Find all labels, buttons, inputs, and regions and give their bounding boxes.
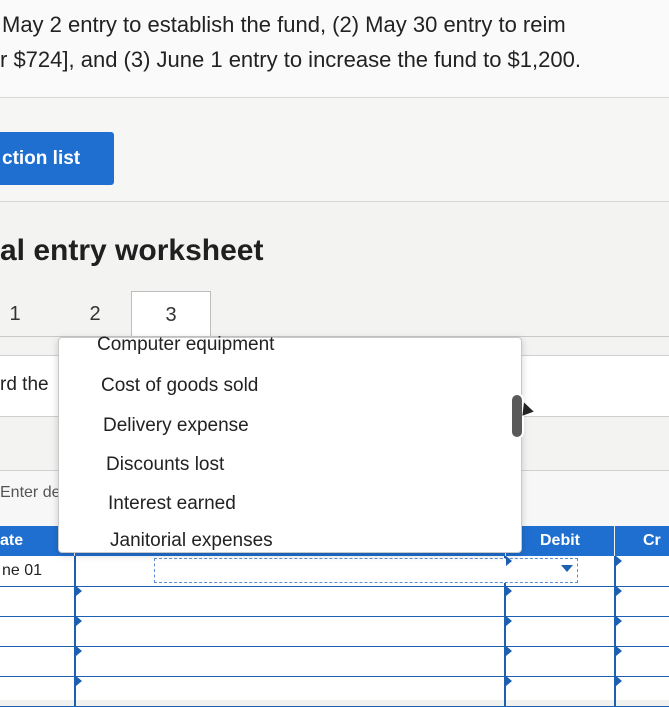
worksheet-title: al entry worksheet	[0, 234, 264, 267]
table-row	[0, 616, 669, 647]
date-cell[interactable]	[0, 646, 76, 676]
cell-marker-icon	[616, 646, 622, 656]
dropdown-option[interactable]: Computer equipment	[97, 334, 274, 356]
tab-1[interactable]: 1	[0, 291, 30, 337]
cell-marker-icon	[506, 616, 512, 626]
credit-cell[interactable]	[616, 586, 669, 616]
date-cell[interactable]	[0, 676, 76, 706]
cell-marker-icon	[76, 586, 82, 596]
cell-marker-icon	[76, 646, 82, 656]
table-row	[0, 676, 669, 707]
dropdown-option[interactable]: Cost of goods sold	[101, 375, 258, 397]
dropdown-option[interactable]: Janitorial expenses	[110, 530, 273, 552]
problem-statement: May 2 entry to establish the fund, (2) M…	[0, 0, 669, 98]
credit-cell[interactable]	[616, 676, 669, 706]
cell-marker-icon	[506, 676, 512, 686]
cell-marker-icon	[616, 616, 622, 626]
problem-text-line-1: May 2 entry to establish the fund, (2) M…	[2, 12, 566, 37]
tab-3[interactable]: 3	[131, 291, 211, 337]
credit-cell[interactable]	[616, 556, 669, 586]
cell-marker-icon	[506, 556, 512, 566]
debit-cell[interactable]	[506, 616, 616, 646]
cell-marker-icon	[616, 556, 622, 566]
dropdown-option[interactable]: Interest earned	[108, 493, 236, 515]
account-cell[interactable]	[76, 676, 506, 706]
account-cell[interactable]	[76, 616, 506, 646]
debit-cell[interactable]	[506, 586, 616, 616]
credit-cell[interactable]	[616, 646, 669, 676]
account-cell[interactable]	[76, 646, 506, 676]
cell-marker-icon	[76, 676, 82, 686]
account-cell[interactable]	[76, 556, 578, 586]
cell-marker-icon	[506, 586, 512, 596]
debit-column-header: Debit	[506, 526, 614, 556]
cell-marker-icon	[506, 646, 512, 656]
table-row	[0, 586, 669, 617]
credit-cell[interactable]	[616, 616, 669, 646]
cell-marker-icon	[616, 676, 622, 686]
view-transaction-list-button[interactable]: ction list	[0, 132, 114, 185]
date-cell[interactable]: ne 01	[0, 556, 76, 586]
debit-cell[interactable]	[506, 646, 616, 676]
date-cell[interactable]	[0, 616, 76, 646]
account-dropdown-menu: Computer equipment Cost of goods sold De…	[58, 334, 522, 553]
tab-2[interactable]: 2	[80, 291, 110, 337]
problem-text-line-2: r $724], and (3) June 1 entry to increas…	[0, 47, 581, 72]
cell-marker-icon	[76, 616, 82, 626]
table-row: ne 01	[0, 556, 669, 587]
date-value: ne 01	[2, 562, 43, 579]
mouse-cursor-icon	[510, 393, 524, 439]
debit-cell[interactable]	[506, 556, 616, 586]
account-cell[interactable]	[76, 586, 506, 616]
dropdown-option[interactable]: Discounts lost	[106, 454, 224, 476]
dropdown-option[interactable]: Delivery expense	[103, 415, 249, 437]
table-row	[0, 646, 669, 677]
credit-column-header: Cr	[615, 526, 669, 556]
debit-cell[interactable]	[506, 676, 616, 706]
record-instruction-text: rd the	[0, 374, 49, 395]
cell-marker-icon	[616, 586, 622, 596]
journal-table: ne 01	[0, 556, 669, 707]
date-cell[interactable]	[0, 586, 76, 616]
